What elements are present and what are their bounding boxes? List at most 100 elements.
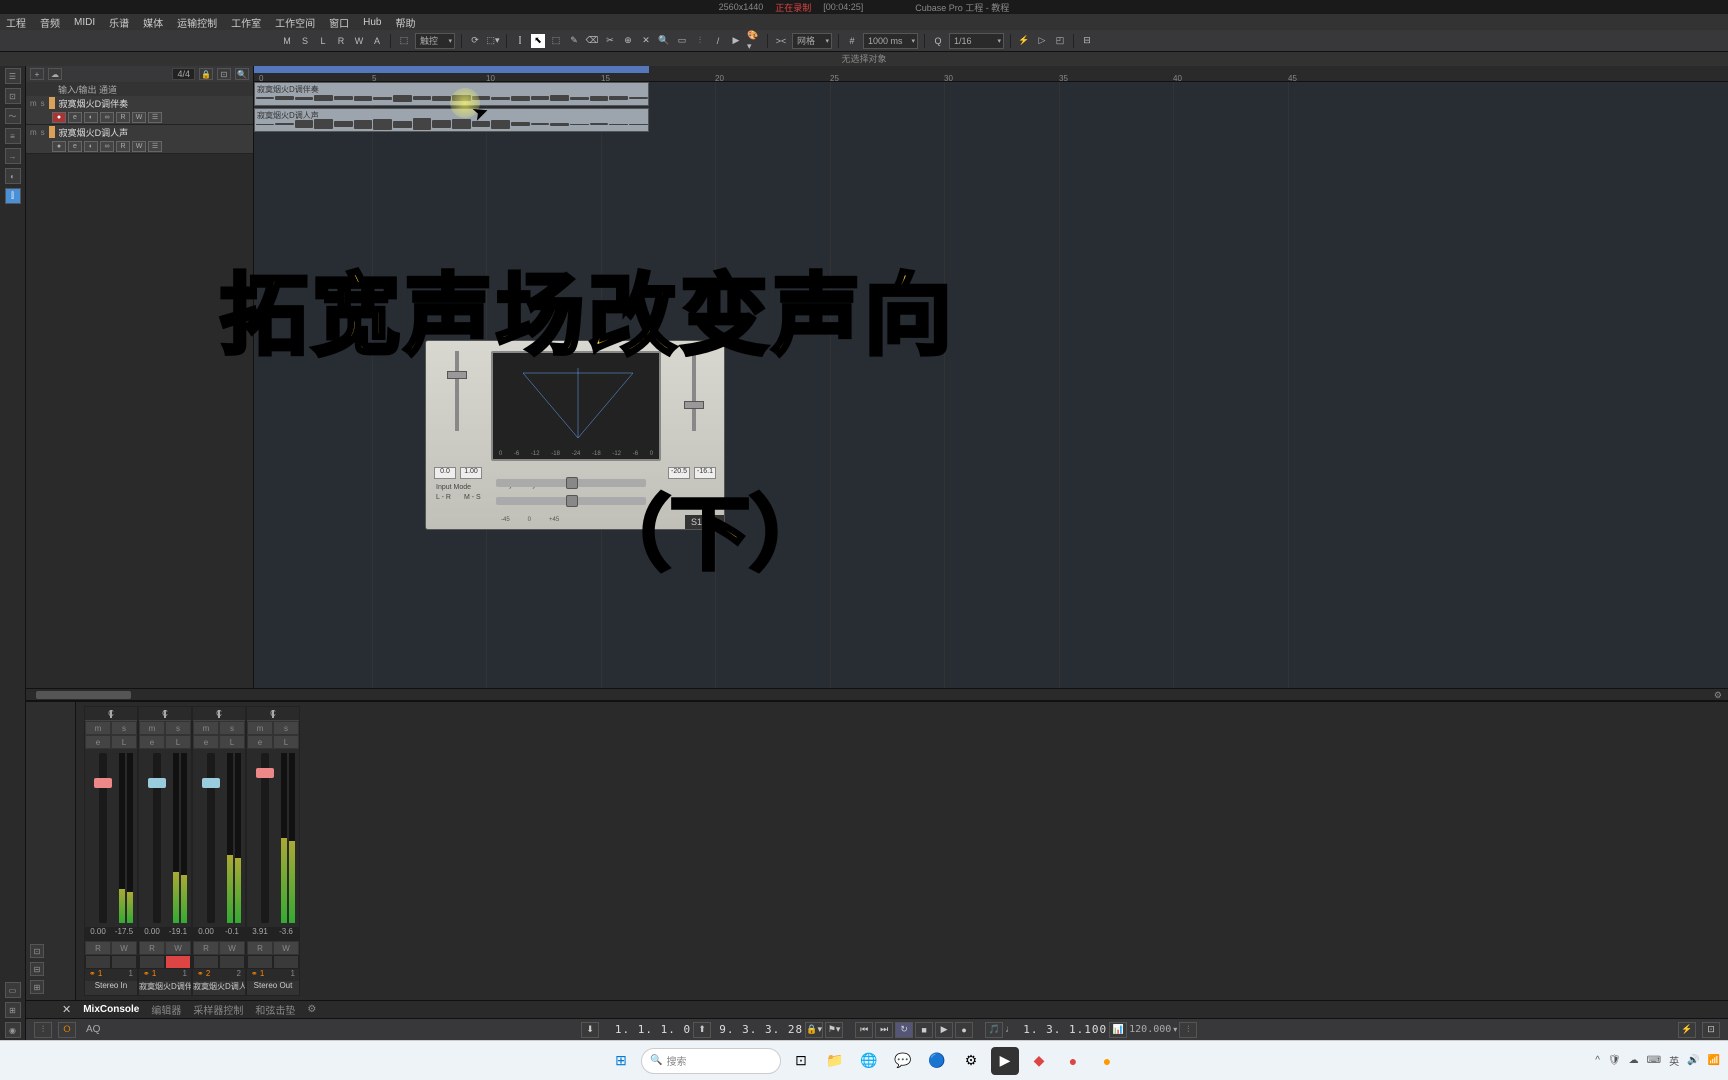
- rail-eq[interactable]: 〜: [5, 108, 21, 124]
- tp-punch-out[interactable]: ⬆: [693, 1022, 711, 1038]
- app-icon-7[interactable]: ●: [1093, 1047, 1121, 1075]
- track2-lanes[interactable]: ☰: [148, 141, 162, 152]
- tb-end4[interactable]: ⊟: [1080, 34, 1094, 48]
- menu-workspace[interactable]: 工作空间: [275, 15, 315, 30]
- tb-end2[interactable]: ▷: [1035, 34, 1049, 48]
- tool-select[interactable]: ⬉: [531, 34, 545, 48]
- track1-lanes[interactable]: ☰: [148, 112, 162, 123]
- menu-score[interactable]: 乐谱: [109, 15, 129, 30]
- tp-power[interactable]: ⭘: [58, 1022, 76, 1038]
- tp-bpm[interactable]: 120.000: [1129, 1024, 1171, 1035]
- tb-a[interactable]: A: [370, 34, 384, 48]
- mix-rail-2[interactable]: ⊟: [30, 962, 44, 976]
- ch-write[interactable]: W: [219, 941, 245, 955]
- tp-punch-in[interactable]: ⬇: [581, 1022, 599, 1038]
- ch-fader[interactable]: [261, 753, 269, 923]
- aq-label[interactable]: AQ: [86, 1024, 100, 1035]
- tool-glue[interactable]: ⊕: [621, 34, 635, 48]
- tb-listen[interactable]: L: [316, 34, 330, 48]
- ch-solo[interactable]: s: [165, 721, 191, 735]
- track1-rec[interactable]: ●: [52, 112, 66, 123]
- tool-mute[interactable]: ✕: [639, 34, 653, 48]
- track2-edit[interactable]: e: [68, 141, 82, 152]
- tp-marker[interactable]: ⚑▾: [825, 1022, 843, 1038]
- track-row-2[interactable]: ms 寂寞烟火D调人声 ● e ◐ ∞ R W ☰: [26, 125, 253, 154]
- ch-rec[interactable]: [165, 955, 191, 969]
- ch-mute[interactable]: m: [247, 721, 273, 735]
- ch-write[interactable]: W: [273, 941, 299, 955]
- ch-e[interactable]: e: [247, 735, 273, 749]
- menu-window[interactable]: 窗口: [329, 15, 349, 30]
- ch-fader[interactable]: [153, 753, 161, 923]
- tp-tap[interactable]: ⫶: [1179, 1022, 1197, 1038]
- start-button[interactable]: ⊞: [607, 1047, 635, 1075]
- tool-play[interactable]: ▶: [729, 34, 743, 48]
- zoom-icon[interactable]: ⚙: [1714, 690, 1722, 701]
- ch-read[interactable]: R: [247, 941, 273, 955]
- add-track-button[interactable]: +: [30, 68, 44, 80]
- track2-write[interactable]: W: [132, 141, 146, 152]
- ch-rec[interactable]: [111, 955, 137, 969]
- settings-icon[interactable]: ⚙: [307, 1004, 316, 1015]
- loop-region[interactable]: [254, 66, 649, 73]
- quant-icon[interactable]: Q: [931, 34, 945, 48]
- tp-next[interactable]: ⏭: [875, 1022, 893, 1038]
- ch-rec[interactable]: [273, 955, 299, 969]
- tb-end3[interactable]: ◰: [1053, 34, 1067, 48]
- ch-e[interactable]: e: [85, 735, 111, 749]
- tb-read[interactable]: R: [334, 34, 348, 48]
- tp-stop[interactable]: ■: [915, 1022, 933, 1038]
- ch-mon[interactable]: [139, 955, 165, 969]
- menu-help[interactable]: 帮助: [395, 15, 415, 30]
- menu-audio[interactable]: 音频: [40, 15, 60, 30]
- mixer-channel-1[interactable]: C ms eL 0.00-19.1 RW ⚭ 11 寂寞烟火D调伴: [138, 706, 192, 996]
- ch-pan[interactable]: C: [247, 707, 299, 721]
- tool-constrain[interactable]: ⫿: [513, 34, 527, 48]
- ch-solo[interactable]: s: [273, 721, 299, 735]
- ch-e[interactable]: e: [193, 735, 219, 749]
- ch-rec[interactable]: [219, 955, 245, 969]
- tool-draw[interactable]: ✎: [567, 34, 581, 48]
- automation-icon[interactable]: ⬚: [397, 34, 411, 48]
- ch-pan[interactable]: C: [193, 707, 245, 721]
- ch-mute[interactable]: m: [139, 721, 165, 735]
- ch-fader[interactable]: [99, 753, 107, 923]
- ch-name[interactable]: Stereo Out: [247, 981, 299, 995]
- tool-warp[interactable]: ⫶: [693, 34, 707, 48]
- rail-send[interactable]: →: [5, 148, 21, 164]
- ch-name[interactable]: 寂寞烟火D调伴: [139, 981, 191, 995]
- ch-l[interactable]: L: [273, 735, 299, 749]
- tp-prev[interactable]: ⏮: [855, 1022, 873, 1038]
- edge-icon[interactable]: 🌐: [855, 1047, 883, 1075]
- tool-line[interactable]: /: [711, 34, 725, 48]
- tb-write[interactable]: W: [352, 34, 366, 48]
- ch-read[interactable]: R: [139, 941, 165, 955]
- track2-freeze[interactable]: ∞: [100, 141, 114, 152]
- ch-mon[interactable]: [85, 955, 111, 969]
- rail-inspector[interactable]: ⊡: [5, 88, 21, 104]
- rail-strip[interactable]: ≡: [5, 128, 21, 144]
- time-sig[interactable]: 4/4: [172, 68, 195, 80]
- ruler[interactable]: 0 5 10 15 20 25 30 35 40 45: [254, 66, 1728, 82]
- track1-read[interactable]: R: [116, 112, 130, 123]
- tab-sampler[interactable]: 采样器控制: [193, 1002, 243, 1017]
- ch-l[interactable]: L: [219, 735, 245, 749]
- track1-edit[interactable]: e: [68, 112, 82, 123]
- h-scrollbar[interactable]: ⚙: [26, 688, 1728, 700]
- menu-midi[interactable]: MIDI: [74, 17, 95, 28]
- app-icon-4[interactable]: ▶: [991, 1047, 1019, 1075]
- tool-zoom[interactable]: 🔍: [657, 34, 671, 48]
- track1-write[interactable]: W: [132, 112, 146, 123]
- tool-range[interactable]: ⬚: [549, 34, 563, 48]
- tb-solo[interactable]: S: [298, 34, 312, 48]
- ch-solo[interactable]: s: [219, 721, 245, 735]
- rail-bottom-2[interactable]: ⊞: [5, 1002, 21, 1018]
- tp-primary-time[interactable]: 1. 1. 1. 0: [601, 1023, 691, 1036]
- track1-mon[interactable]: ◐: [84, 112, 98, 123]
- track2-rec[interactable]: ●: [52, 141, 66, 152]
- ch-pan[interactable]: C: [139, 707, 191, 721]
- tab-editor[interactable]: 编辑器: [151, 1002, 181, 1017]
- menu-media[interactable]: 媒体: [143, 15, 163, 30]
- ch-mute[interactable]: m: [193, 721, 219, 735]
- tp-right-1[interactable]: ⚡: [1678, 1022, 1696, 1038]
